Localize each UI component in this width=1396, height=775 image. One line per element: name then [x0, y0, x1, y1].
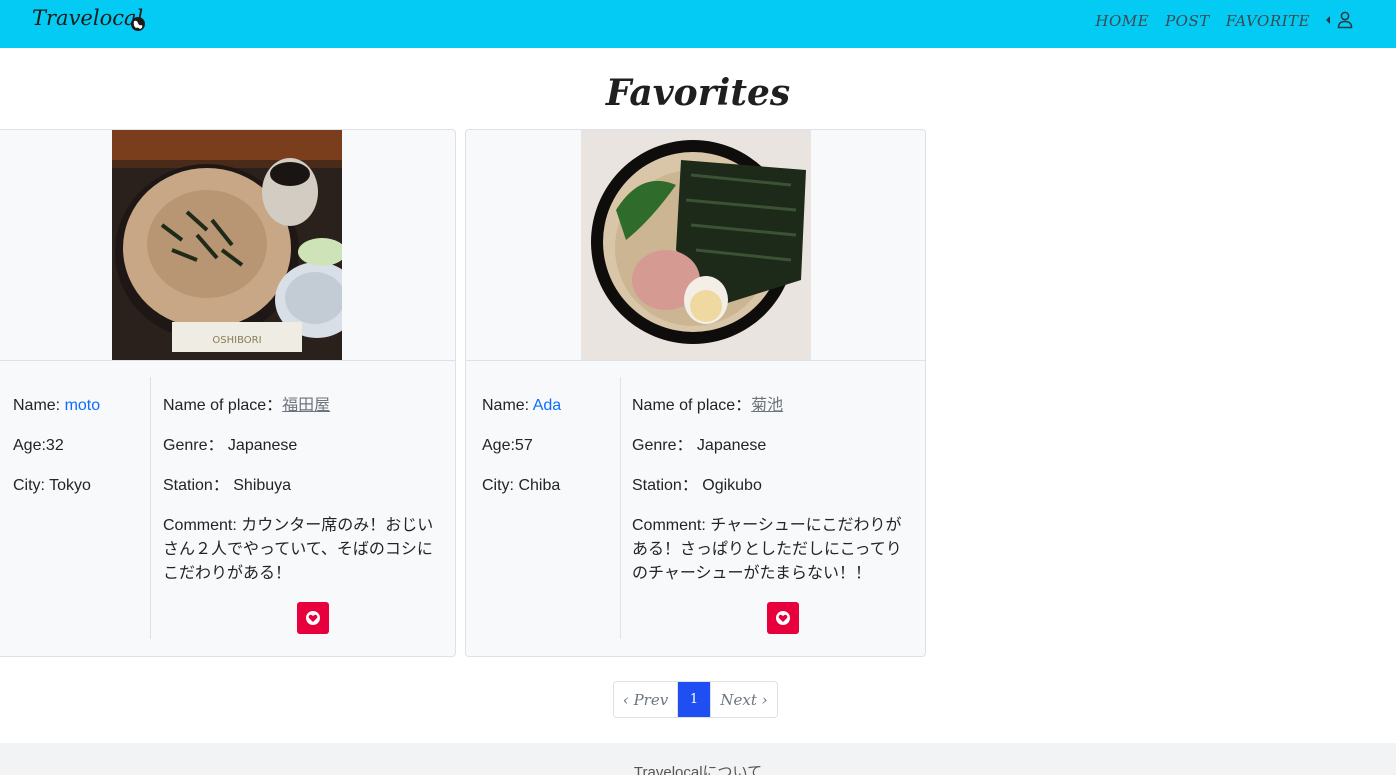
place-name: Name of place：菊池 [632, 394, 783, 418]
footer: Travelocalについて [0, 743, 1396, 775]
heart-icon [776, 611, 790, 625]
card-image-area: OSHIBORI [0, 130, 455, 361]
favorite-card: Name: Ada Age:57 City: Chiba Name of pla… [465, 129, 926, 657]
page-title: Favorites [605, 72, 791, 114]
brand-logo[interactable]: Travelocal [32, 6, 143, 30]
place-station: Station： Shibuya [163, 477, 292, 494]
heart-icon [306, 611, 320, 625]
prev-page-button[interactable]: ‹ Prev [614, 682, 678, 717]
navbar: Travelocal HOME POST FAVORITE [0, 0, 1396, 48]
name-label: Name: [13, 397, 65, 414]
place-comment: Comment: チャーシューにこだわりがある！さっぱりとしただしにこってりのチ… [632, 517, 902, 582]
pagination: ‹ Prev 1 Next › [613, 681, 778, 718]
user-name-link[interactable]: Ada [533, 397, 561, 414]
user-info-column: Name: moto Age:32 City: Tokyo [0, 377, 151, 639]
place-station: Station： Ogikubo [632, 477, 762, 494]
globe-icon [131, 17, 145, 31]
nav-post-link[interactable]: POST [1165, 12, 1210, 30]
nav-home-link[interactable]: HOME [1095, 12, 1149, 30]
user-city: City: Tokyo [13, 477, 91, 494]
user-age: Age:32 [13, 437, 64, 454]
user-age: Age:57 [482, 437, 533, 454]
card-image-area [466, 130, 925, 361]
caret-left-icon[interactable] [1325, 15, 1331, 25]
user-icon[interactable] [1337, 11, 1353, 29]
user-name-link[interactable]: moto [65, 397, 101, 414]
unfavorite-button[interactable] [297, 602, 329, 634]
place-genre: Genre： Japanese [163, 437, 298, 454]
place-name-link[interactable]: 福田屋 [282, 397, 330, 414]
place-info-column: Name of place：福田屋 Genre： Japanese Statio… [151, 377, 455, 639]
svg-text:OSHIBORI: OSHIBORI [212, 335, 261, 346]
favorite-card: OSHIBORI Name: moto Age:32 City: Tokyo N… [0, 129, 456, 657]
place-genre: Genre： Japanese [632, 437, 767, 454]
page-1-button[interactable]: 1 [678, 682, 710, 717]
nav-links: HOME POST FAVORITE [1095, 12, 1310, 30]
unfavorite-button[interactable] [767, 602, 799, 634]
nav-favorite-link[interactable]: FAVORITE [1226, 12, 1310, 30]
ramen-photo[interactable] [581, 130, 811, 360]
next-page-button[interactable]: Next › [710, 682, 777, 717]
soba-photo[interactable]: OSHIBORI [112, 130, 342, 360]
place-comment: Comment: カウンター席のみ！おじいさん２人でやっていて、そばのコシにこだ… [163, 517, 434, 582]
place-name-link[interactable]: 菊池 [751, 397, 783, 414]
footer-about-link[interactable]: Travelocalについて [0, 761, 1396, 775]
place-name: Name of place：福田屋 [163, 394, 330, 418]
place-info-column: Name of place：菊池 Genre： Japanese Station… [621, 377, 925, 639]
place-label: Name of place： [163, 397, 283, 414]
user-name: Name: moto [13, 394, 100, 418]
user-info-column: Name: Ada Age:57 City: Chiba [466, 377, 621, 639]
user-name: Name: Ada [482, 394, 561, 418]
name-label: Name: [482, 397, 533, 414]
user-city: City: Chiba [482, 477, 561, 494]
place-label: Name of place： [632, 397, 752, 414]
